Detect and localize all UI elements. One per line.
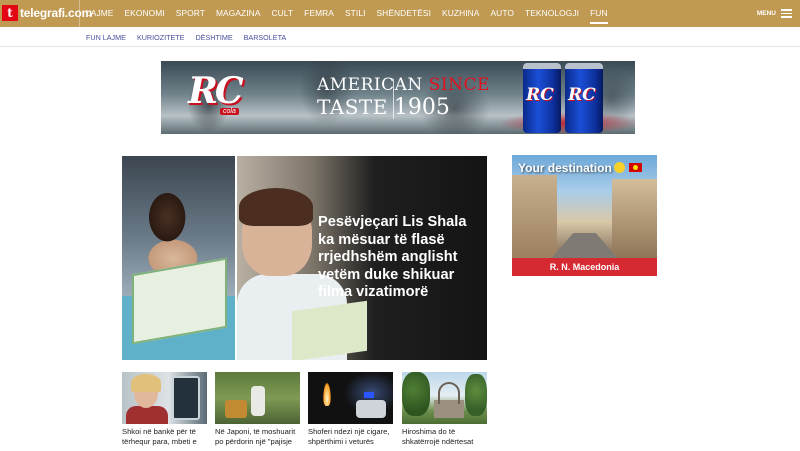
side-ad[interactable]: Your destination R. N. Macedonia	[512, 155, 657, 276]
article-thumbnail[interactable]	[215, 372, 300, 424]
banner-text-year: 1905	[393, 95, 450, 120]
featured-article[interactable]: Pesëvjeçari Lis Shala ka mësuar të flasë…	[122, 156, 487, 360]
nav-item-cult[interactable]: CULT	[272, 0, 294, 27]
article-card[interactable]: Shoferi ndezi një cigare, shpërthimi i v…	[308, 372, 393, 448]
featured-image-left	[122, 156, 235, 360]
article-caption[interactable]: Në Japoni, të moshuarit po përdorin një …	[215, 427, 300, 448]
subnav-item-barsoleta[interactable]: BARSOLETA	[244, 33, 287, 42]
article-card[interactable]: Në Japoni, të moshuarit po përdorin një …	[215, 372, 300, 448]
cola-can-image: RC	[565, 63, 603, 133]
flag-icon	[628, 163, 642, 172]
nav-item-auto[interactable]: AUTO	[491, 0, 515, 27]
cola-can-image: RC	[523, 63, 561, 133]
nav-divider	[79, 0, 80, 27]
article-caption[interactable]: Hiroshima do të shkatërrojë ndërtesat	[402, 427, 487, 448]
logo-mark-icon: t	[2, 5, 18, 21]
menu-button[interactable]: MENU	[757, 0, 792, 27]
nav-item-femra[interactable]: FEMRA	[304, 0, 334, 27]
nav-item-kuzhina[interactable]: KUZHINA	[442, 0, 479, 27]
article-card[interactable]: Shkoi në bankë për të tërhequr para, mbe…	[122, 372, 207, 448]
article-thumbnail[interactable]	[308, 372, 393, 424]
subnav-item-kuriozitete[interactable]: KURIOZITETE	[137, 33, 185, 42]
menu-label: MENU	[756, 10, 776, 17]
hamburger-icon	[781, 9, 792, 18]
nav-item-lajme[interactable]: LAJME	[86, 0, 114, 27]
article-card[interactable]: Hiroshima do të shkatërrojë ndërtesat	[402, 372, 487, 448]
banner-ad[interactable]: RC cola AMERICAN SINCE TASTE 1905 RC RC	[161, 61, 635, 134]
article-thumbnail[interactable]	[122, 372, 207, 424]
nav-item-magazina[interactable]: MAGAZINA	[216, 0, 261, 27]
main-nav: LAJME EKONOMI SPORT MAGAZINA CULT FEMRA …	[79, 0, 619, 27]
nav-item-shendetesi[interactable]: SHËNDETËSI	[377, 0, 432, 27]
subnav-item-deshtime[interactable]: DËSHTIME	[195, 33, 232, 42]
nav-item-teknologji[interactable]: TEKNOLOGJI	[525, 0, 579, 27]
subnav-item-fun-lajme[interactable]: FUN LAJME	[86, 33, 126, 42]
banner-divider	[393, 79, 394, 119]
smiley-icon	[613, 162, 625, 173]
banner-text-since: SINCE	[428, 75, 490, 95]
banner-text-american: AMERICAN	[317, 75, 423, 95]
top-navigation-bar: t telegrafi.com LAJME EKONOMI SPORT MAGA…	[0, 0, 800, 27]
nav-item-stili[interactable]: STILI	[345, 0, 366, 27]
side-ad-footer: R. N. Macedonia	[512, 258, 657, 276]
sub-navigation: FUN LAJME KURIOZITETE DËSHTIME BARSOLETA	[0, 27, 800, 47]
nav-item-sport[interactable]: SPORT	[176, 0, 205, 27]
banner-text-taste: TASTE	[317, 95, 388, 119]
nav-item-fun[interactable]: FUN	[590, 0, 608, 27]
featured-article-title[interactable]: Pesëvjeçari Lis Shala ka mësuar të flasë…	[318, 214, 480, 302]
article-thumbnail[interactable]	[402, 372, 487, 424]
article-caption[interactable]: Shoferi ndezi një cigare, shpërthimi i v…	[308, 427, 393, 448]
nav-item-ekonomi[interactable]: EKONOMI	[125, 0, 165, 27]
rc-cola-logo: RC cola	[188, 70, 244, 115]
side-ad-headline: Your destination	[518, 161, 642, 175]
article-caption[interactable]: Shkoi në bankë për të tërhequr para, mbe…	[122, 427, 207, 448]
